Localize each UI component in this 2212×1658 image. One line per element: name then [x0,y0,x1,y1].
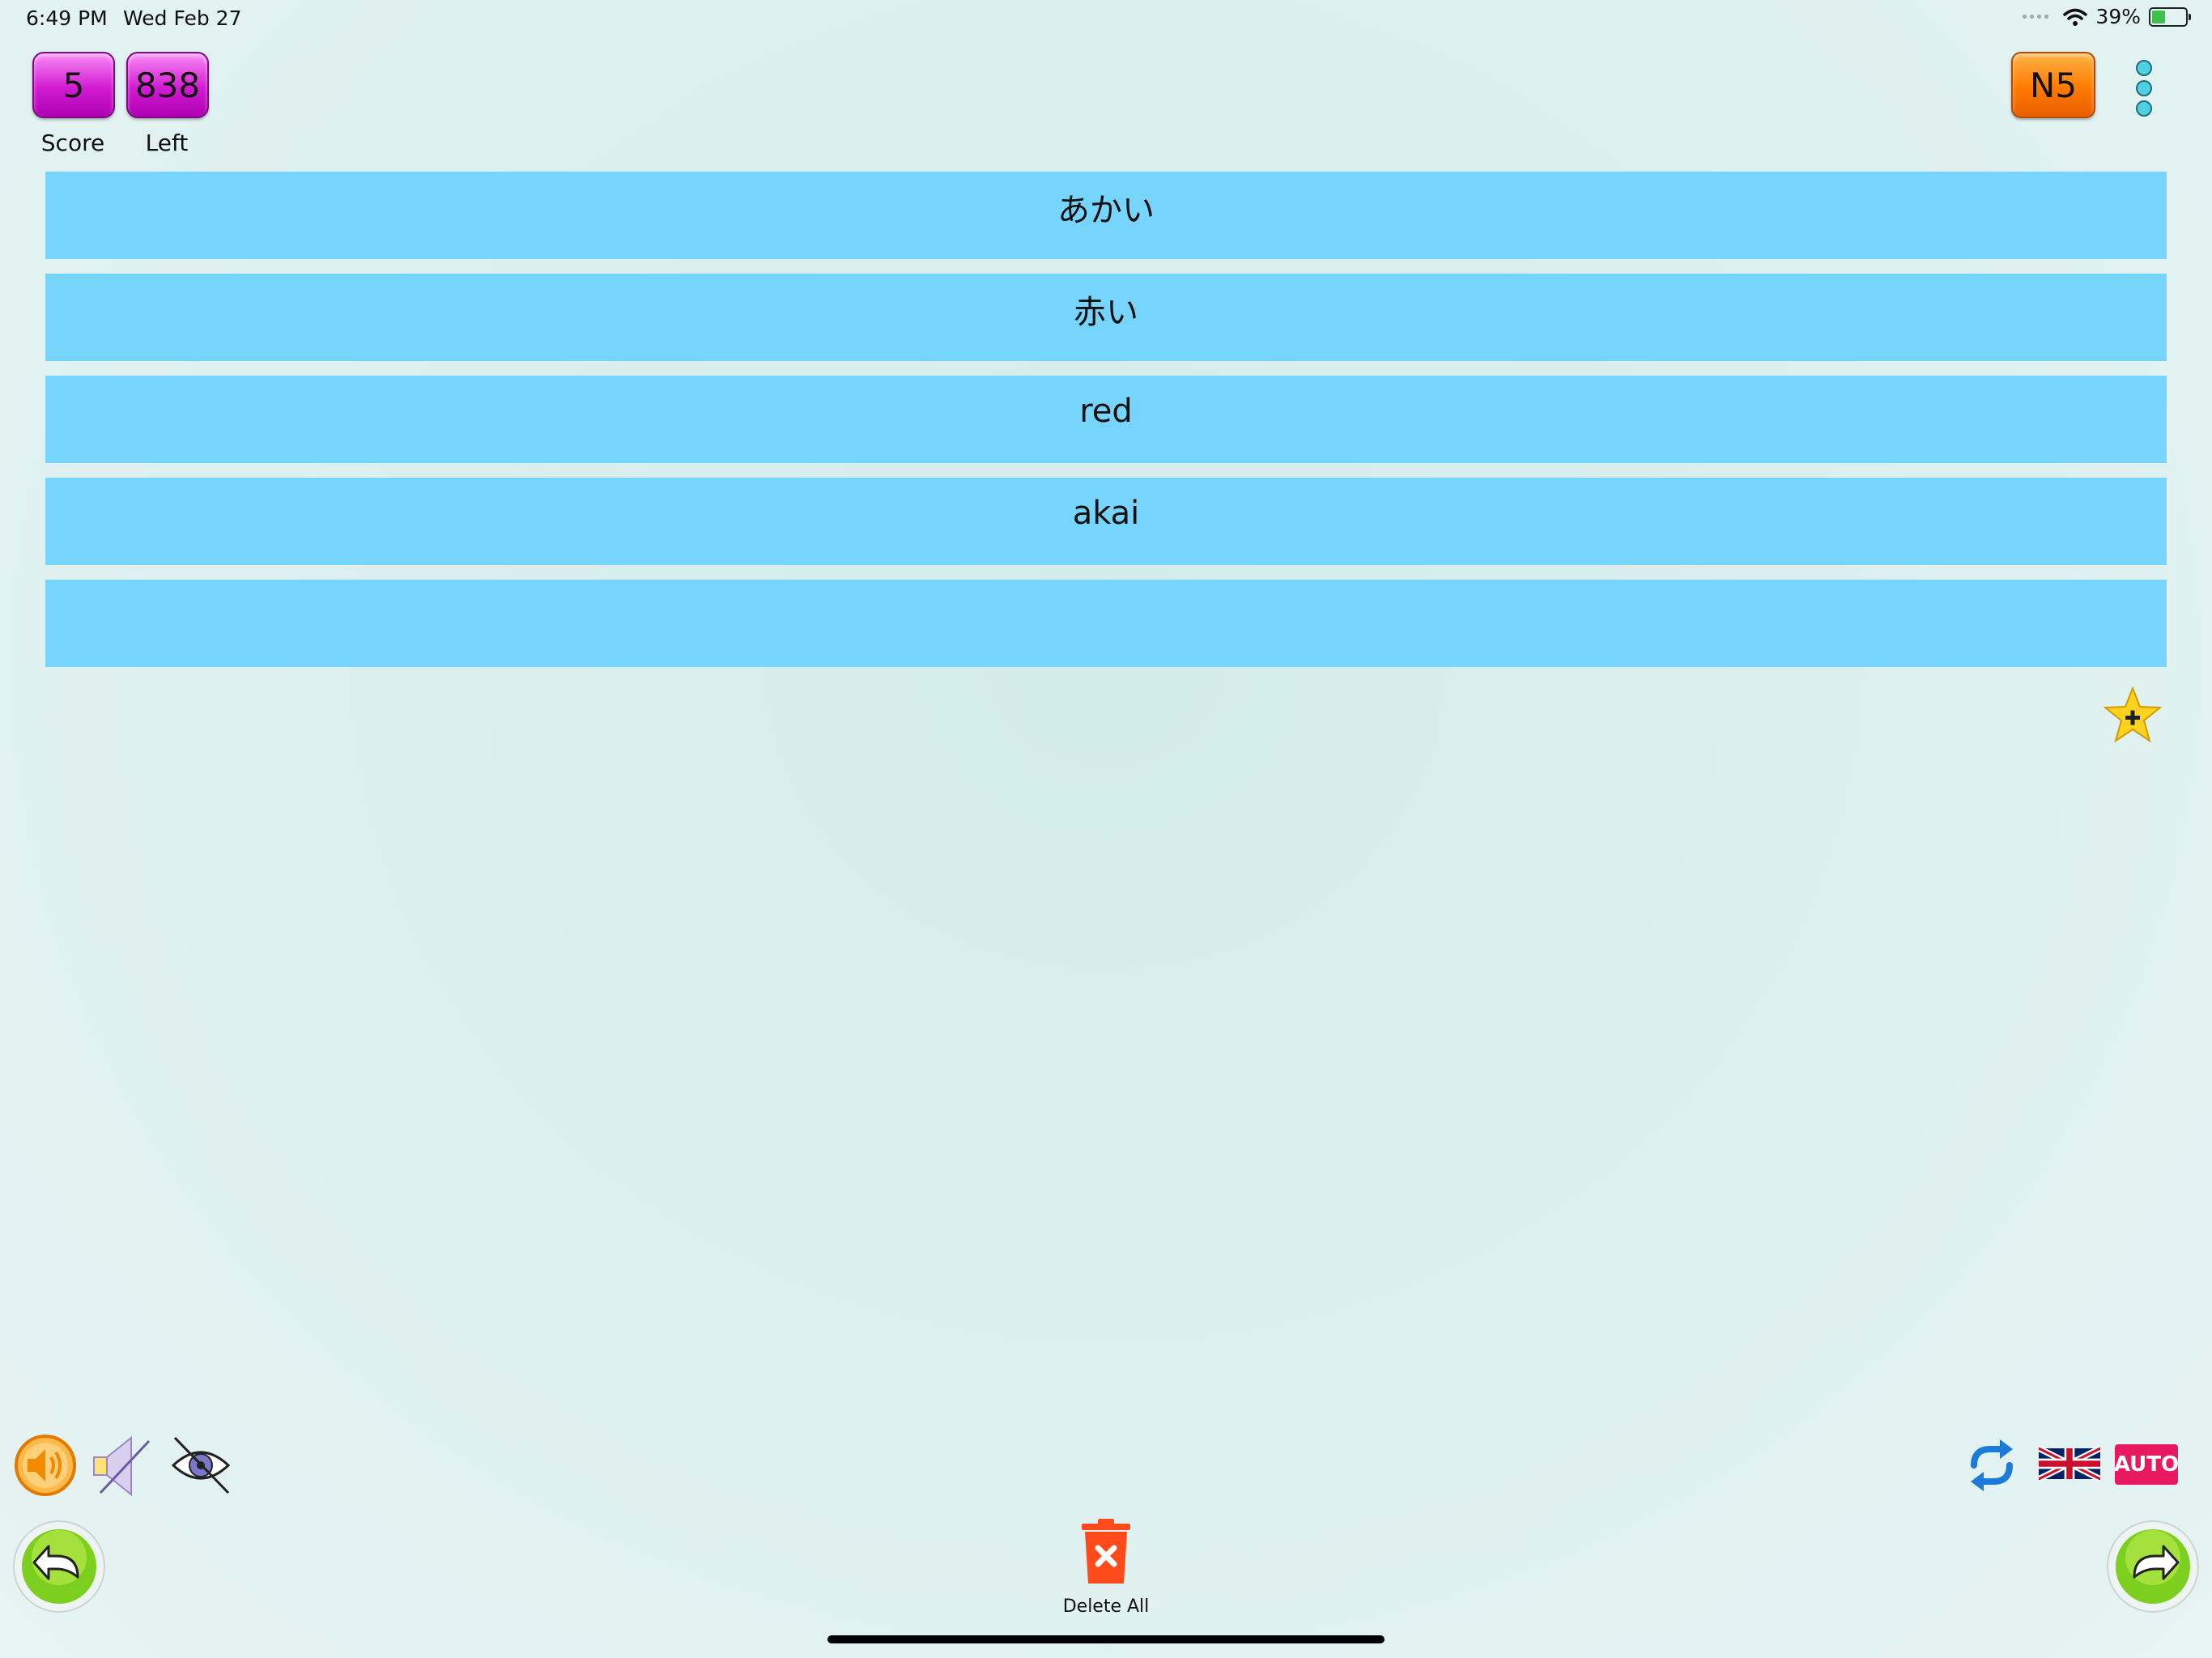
speaker-icon[interactable] [13,1433,78,1498]
level-button[interactable]: N5 [2011,52,2095,118]
wifi-icon [2063,8,2088,26]
status-date: Wed Feb 27 [123,6,242,30]
score-counter: 5 [32,52,115,118]
back-arrow-icon[interactable] [11,1519,107,1614]
auto-button[interactable]: AUTO [2114,1444,2179,1485]
status-right: 39% [2023,5,2191,28]
cellular-signal-icon [2023,15,2049,19]
battery-icon [2149,6,2191,27]
add-favorite-star-icon[interactable] [2104,687,2162,743]
trash-icon[interactable] [1080,1517,1132,1585]
menu-dots-icon[interactable] [2128,60,2160,118]
battery-fill [2152,10,2165,23]
score-label: Score [40,130,105,156]
left-label: Left [145,130,189,156]
home-indicator[interactable] [827,1635,1385,1643]
status-bar: 6:49 PM Wed Feb 27 39% [0,0,2212,39]
card-kana[interactable]: あかい [45,172,2167,259]
card-kanji[interactable]: 赤い [45,274,2167,361]
status-time: 6:49 PM [26,6,108,30]
left-counter: 838 [126,52,209,118]
card-meaning[interactable]: red [45,376,2167,463]
mute-icon[interactable] [89,1433,154,1498]
card-empty[interactable] [45,580,2167,667]
repeat-icon[interactable] [1963,1438,2021,1493]
delete-all-label: Delete All [1062,1596,1150,1617]
hide-eye-icon[interactable] [168,1435,233,1496]
uk-flag-icon[interactable] [2039,1444,2100,1483]
card-romaji[interactable]: akai [45,478,2167,565]
battery-percent: 39% [2095,5,2141,28]
forward-arrow-icon[interactable] [2105,1519,2201,1614]
